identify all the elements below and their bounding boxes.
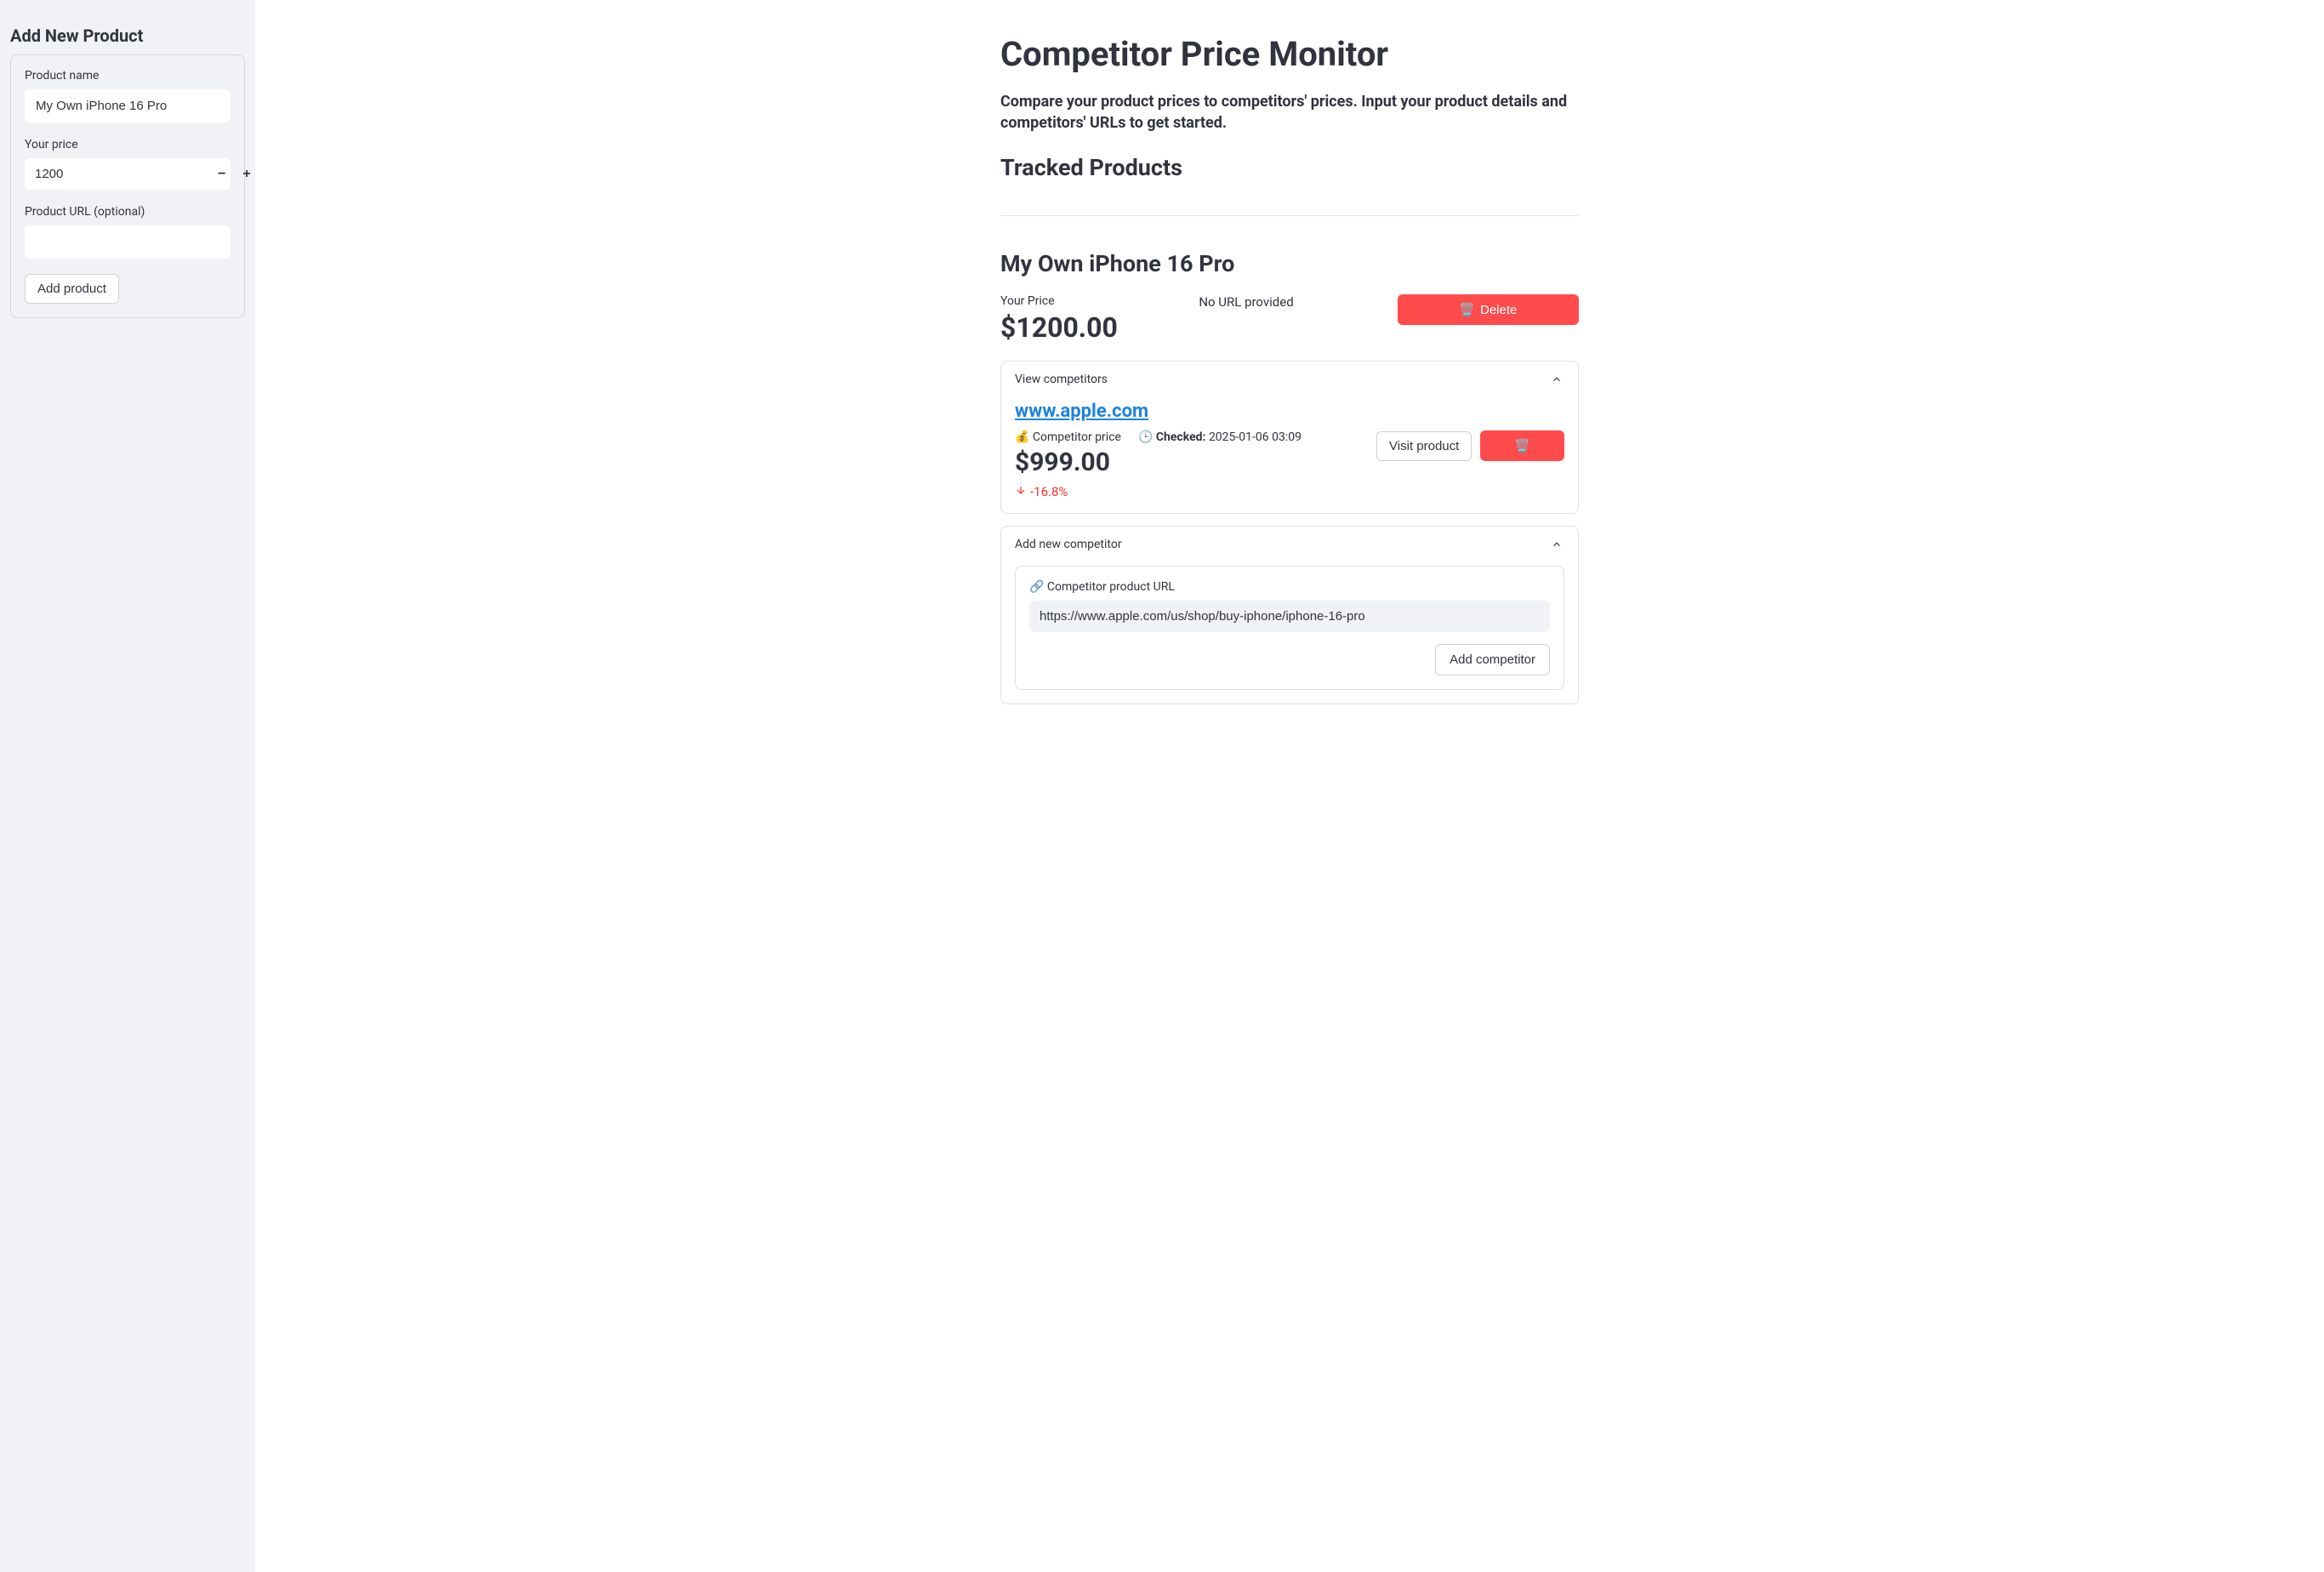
main-content: Competitor Price Monitor Compare your pr… [949, 0, 1630, 1572]
chevron-up-icon [1549, 372, 1564, 387]
add-product-button[interactable]: Add product [25, 274, 119, 304]
delta-value: -16.8% [1030, 484, 1068, 499]
product-summary-row: Your Price $1200.00 No URL provided 🗑️ D… [1000, 294, 1579, 344]
price-decrement[interactable]: − [214, 163, 229, 185]
product-name: My Own iPhone 16 Pro [1000, 250, 1579, 277]
view-competitors-title: View competitors [1015, 373, 1108, 386]
sidebar-title: Add New Product [10, 26, 245, 46]
product-name-input[interactable] [25, 89, 231, 122]
clock-icon: 🕒 [1138, 430, 1156, 444]
your-price-value: $1200.00 [1000, 311, 1182, 344]
competitor-price-value: $999.00 [1015, 447, 1121, 477]
delete-label: Delete [1480, 303, 1517, 317]
divider [1000, 215, 1579, 216]
competitor-actions: Visit product 🗑️ [1376, 430, 1564, 461]
competitor-info: 💰 Competitor price $999.00 🕒 Checked: 20… [1015, 430, 1363, 499]
your-price-col: Your Price $1200.00 [1000, 294, 1182, 344]
delete-product-button[interactable]: 🗑️ Delete [1398, 294, 1579, 325]
view-competitors-body: www.apple.com 💰 Competitor price $999.00… [1001, 397, 1578, 513]
competitor-url-label: 🔗 Competitor product URL [1029, 580, 1550, 594]
competitor-url-input[interactable] [1029, 601, 1550, 632]
view-competitors-expander: View competitors www.apple.com 💰 Competi… [1000, 361, 1579, 514]
competitor-row: 💰 Competitor price $999.00 🕒 Checked: 20… [1015, 430, 1564, 499]
add-competitor-form: 🔗 Competitor product URL Add competitor [1015, 566, 1564, 690]
price-stepper: − + [25, 158, 231, 190]
delete-competitor-button[interactable]: 🗑️ [1480, 430, 1564, 461]
competitor-meta: 💰 Competitor price $999.00 🕒 Checked: 20… [1015, 430, 1363, 477]
product-url-input[interactable] [25, 225, 231, 259]
sidebar: Add New Product Product name Your price … [0, 0, 255, 1572]
page-subtitle: Compare your product prices to competito… [1000, 91, 1579, 134]
checked-bold: Checked: [1156, 430, 1206, 444]
product-name-label: Product name [25, 69, 231, 83]
tracked-products-title: Tracked Products [1000, 154, 1579, 181]
price-input[interactable] [25, 158, 214, 190]
price-label: Your price [25, 138, 231, 151]
competitor-price-label: 💰 Competitor price [1015, 430, 1121, 444]
product-url-col: No URL provided [1199, 294, 1380, 310]
price-increment[interactable]: + [239, 163, 253, 185]
add-competitor-header[interactable]: Add new competitor [1001, 527, 1578, 562]
add-competitor-title: Add new competitor [1015, 538, 1122, 551]
add-competitor-body: 🔗 Competitor product URL Add competitor [1001, 562, 1578, 703]
chevron-up-icon [1549, 537, 1564, 552]
delete-col: 🗑️ Delete [1398, 294, 1579, 325]
trash-icon: 🗑️ [1514, 439, 1530, 453]
checked-value: 2025-01-06 03:09 [1205, 430, 1302, 444]
visit-product-button[interactable]: Visit product [1376, 431, 1472, 461]
add-competitor-expander: Add new competitor 🔗 Competitor product … [1000, 526, 1579, 704]
down-arrow-icon [1015, 484, 1027, 499]
no-url-text: No URL provided [1199, 294, 1380, 310]
add-competitor-button[interactable]: Add competitor [1435, 644, 1550, 675]
competitor-host-link[interactable]: www.apple.com [1015, 401, 1148, 422]
view-competitors-header[interactable]: View competitors [1001, 362, 1578, 397]
your-price-label: Your Price [1000, 294, 1182, 308]
trash-icon: 🗑️ [1459, 302, 1475, 317]
add-product-form: Product name Your price − + Product URL … [10, 54, 245, 318]
page-title: Competitor Price Monitor [1000, 34, 1579, 74]
product-url-label: Product URL (optional) [25, 205, 231, 219]
competitor-checked: 🕒 Checked: 2025-01-06 03:09 [1138, 430, 1302, 444]
price-delta: -16.8% [1015, 484, 1363, 499]
